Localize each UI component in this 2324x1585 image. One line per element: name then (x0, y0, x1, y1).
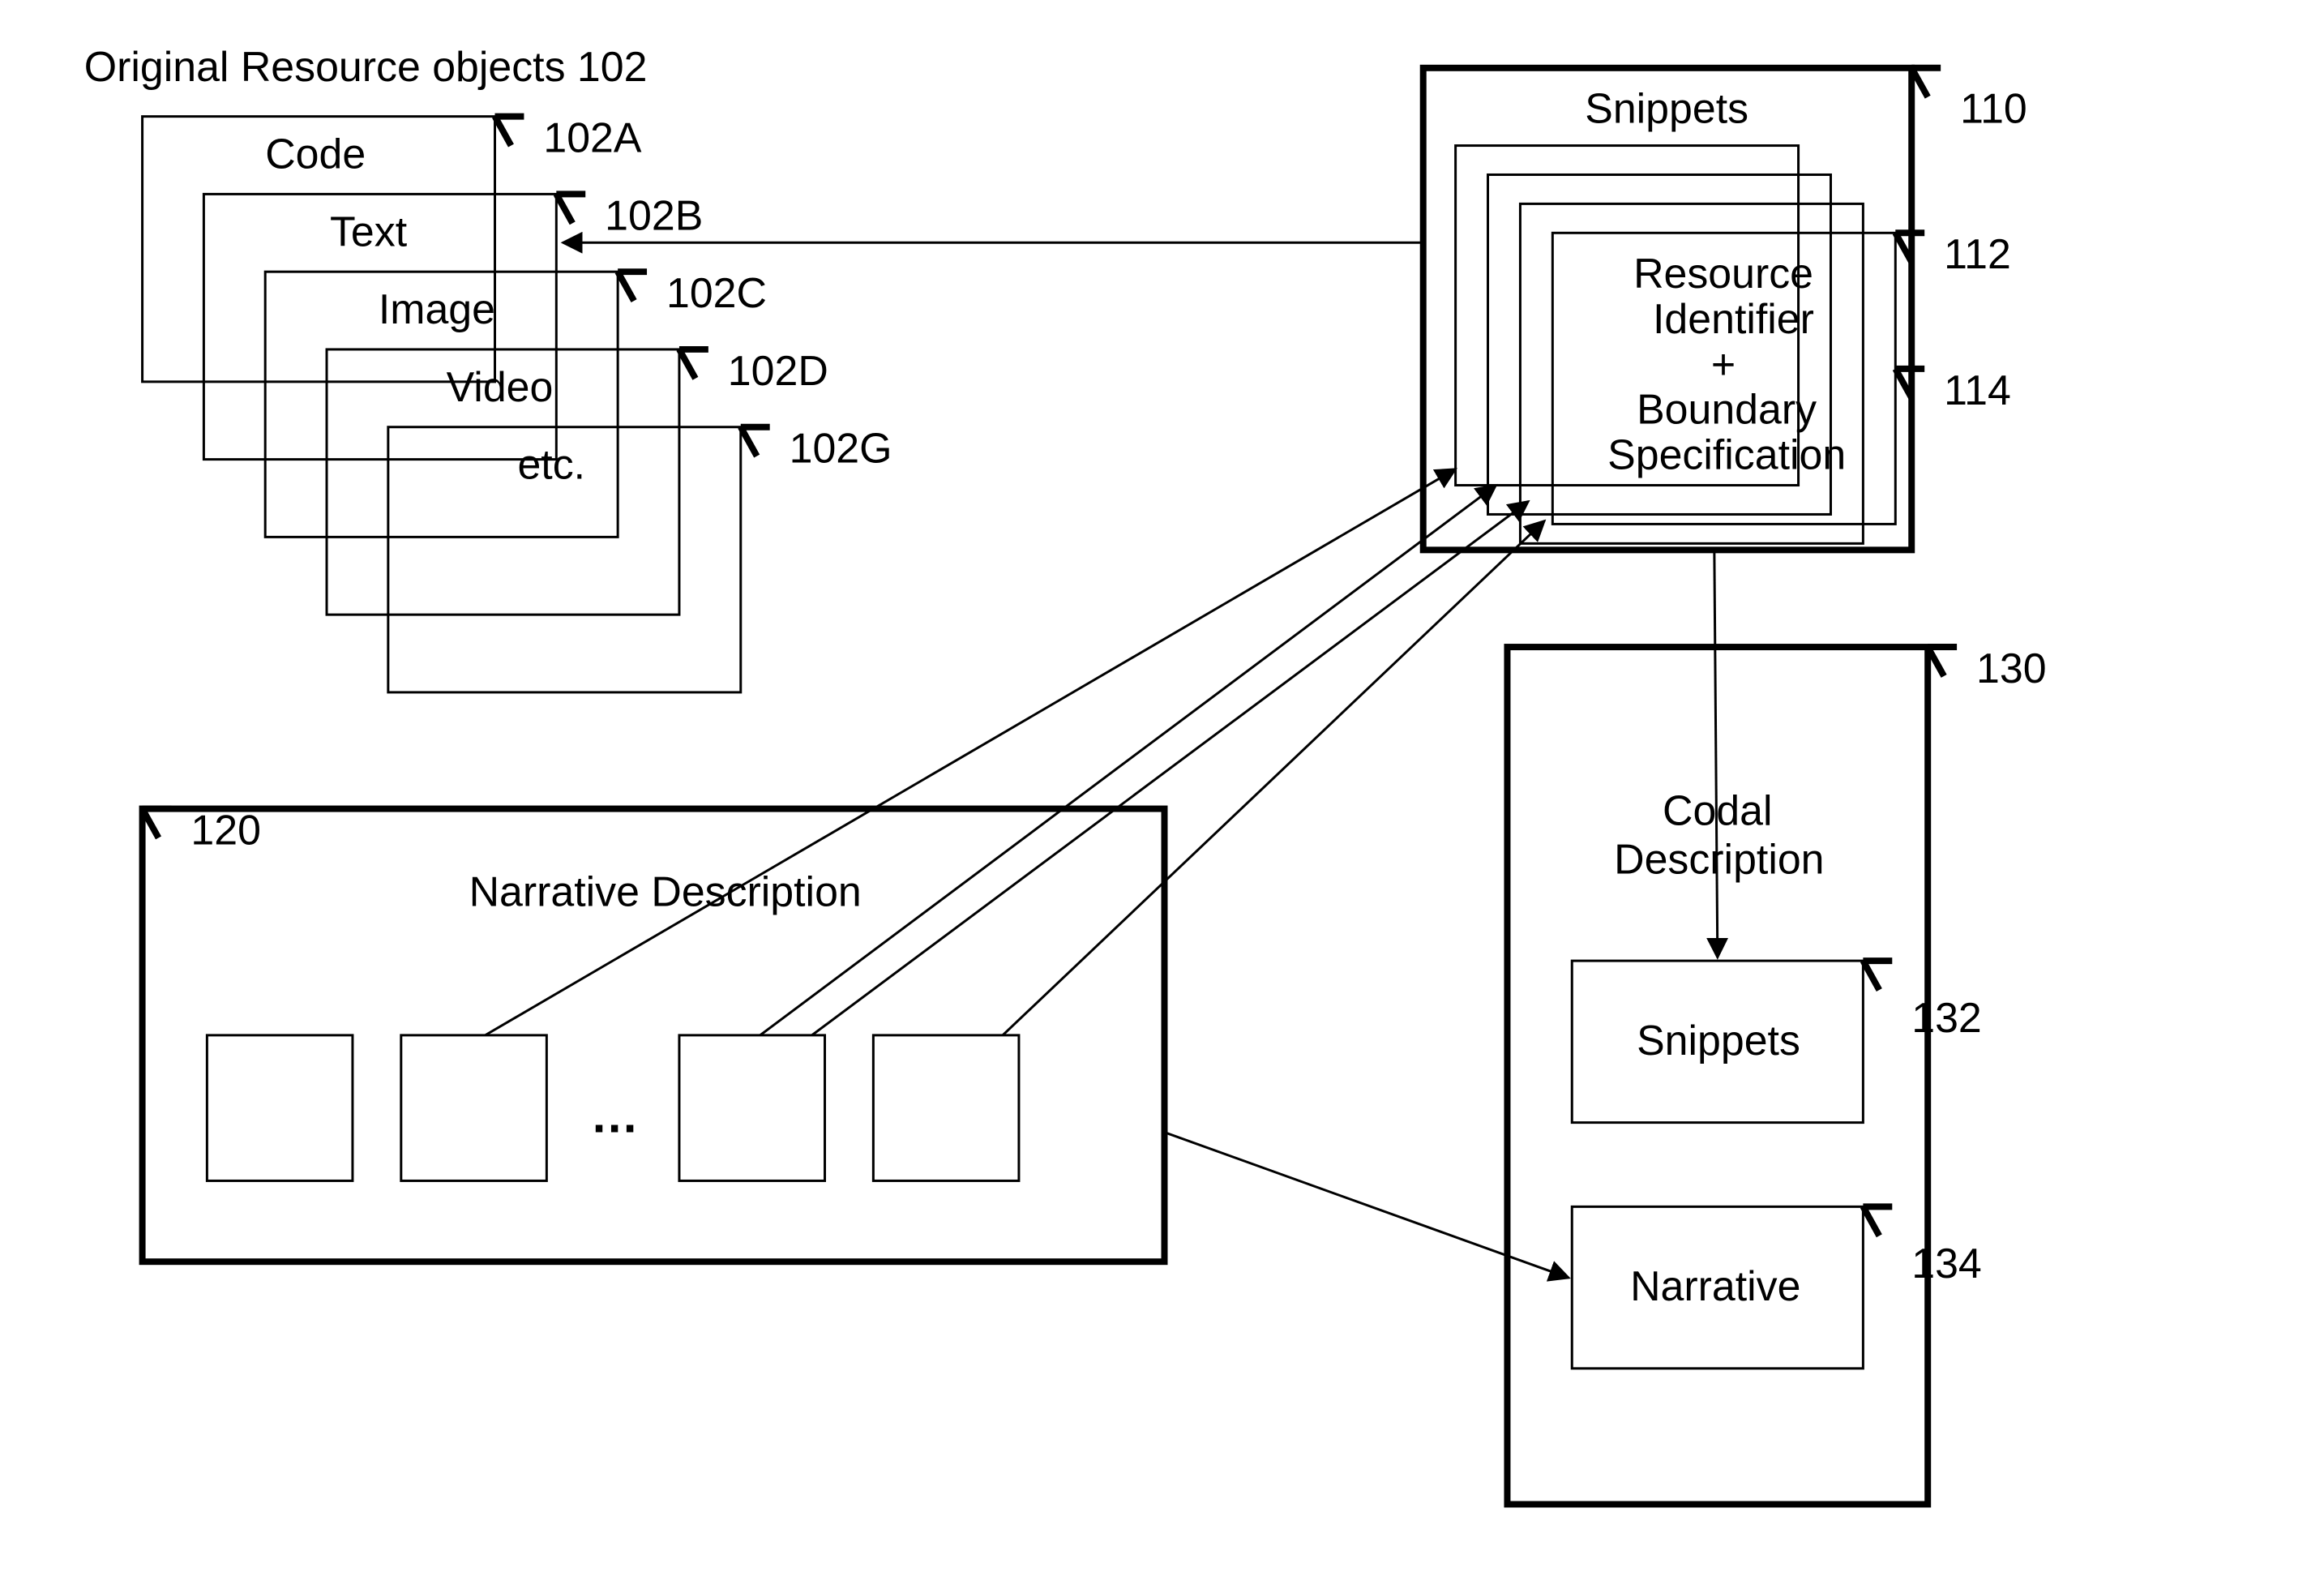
resource-code-ref: 102A (543, 114, 642, 161)
resource-video-ref: 102D (728, 347, 828, 394)
snippet-line2: Identifier (1653, 295, 1814, 342)
narrative-ref: 120 (190, 806, 261, 853)
snippets-title: Snippets (1585, 85, 1748, 132)
snippets-group: Snippets 110 Resource Identifier + Bound… (1423, 68, 2027, 550)
resource-etc-label: etc. (517, 441, 585, 488)
arrow-snippets-to-codal (1714, 550, 1718, 957)
arrow-narr4-to-snip (1003, 520, 1544, 1035)
codal-narrative-label: Narrative (1630, 1262, 1800, 1309)
narrative-slot-3 (679, 1035, 825, 1181)
snippet-ref-bottom: 114 (1944, 366, 2011, 413)
snippet-line4: Specification (1607, 431, 1846, 478)
codal-snippets-ref: 132 (1911, 994, 1982, 1041)
resources-heading: Original Resource objects 102 (84, 43, 648, 90)
resource-text-ref: 102B (605, 191, 703, 238)
resource-code-label: Code (265, 130, 366, 177)
snippet-line3: Boundary (1637, 386, 1817, 433)
resource-image-ref: 102C (666, 269, 767, 316)
codal-narrative-ref: 134 (1911, 1240, 1982, 1287)
resource-video-label: Video (447, 363, 554, 410)
codal-snippets-label: Snippets (1637, 1017, 1800, 1064)
resource-image-label: Image (379, 285, 495, 332)
resource-text-label: Text (330, 208, 408, 255)
diagram-canvas: Original Resource objects 102 Code 102A … (0, 0, 2324, 1585)
arrow-narr3b-to-snip (812, 501, 1529, 1035)
narrative-slot-4 (873, 1035, 1019, 1181)
snippet-ref-top: 112 (1944, 230, 2011, 277)
snippet-line1: Resource (1633, 250, 1813, 297)
snippet-plus: + (1711, 341, 1736, 388)
codal-title-2: Description (1614, 835, 1824, 882)
codal-ref: 130 (1976, 645, 2047, 692)
resource-etc-ref: 102G (790, 425, 892, 472)
narrative-title: Narrative Description (469, 867, 862, 915)
arrow-narr2-to-snip (486, 469, 1456, 1035)
arrow-narr3a-to-snip (760, 486, 1496, 1035)
narrative-group: 120 Narrative Description … (143, 806, 1165, 1262)
narrative-slot-2 (401, 1035, 547, 1181)
snippets-ref: 110 (1960, 85, 2027, 132)
narrative-ellipsis: … (590, 1089, 639, 1143)
codal-group: 130 Codal Description Snippets 132 Narra… (1507, 645, 2046, 1505)
resource-stack: Code 102A Text 102B Image 102C Video 102… (143, 114, 892, 692)
narrative-slot-1 (207, 1035, 353, 1181)
